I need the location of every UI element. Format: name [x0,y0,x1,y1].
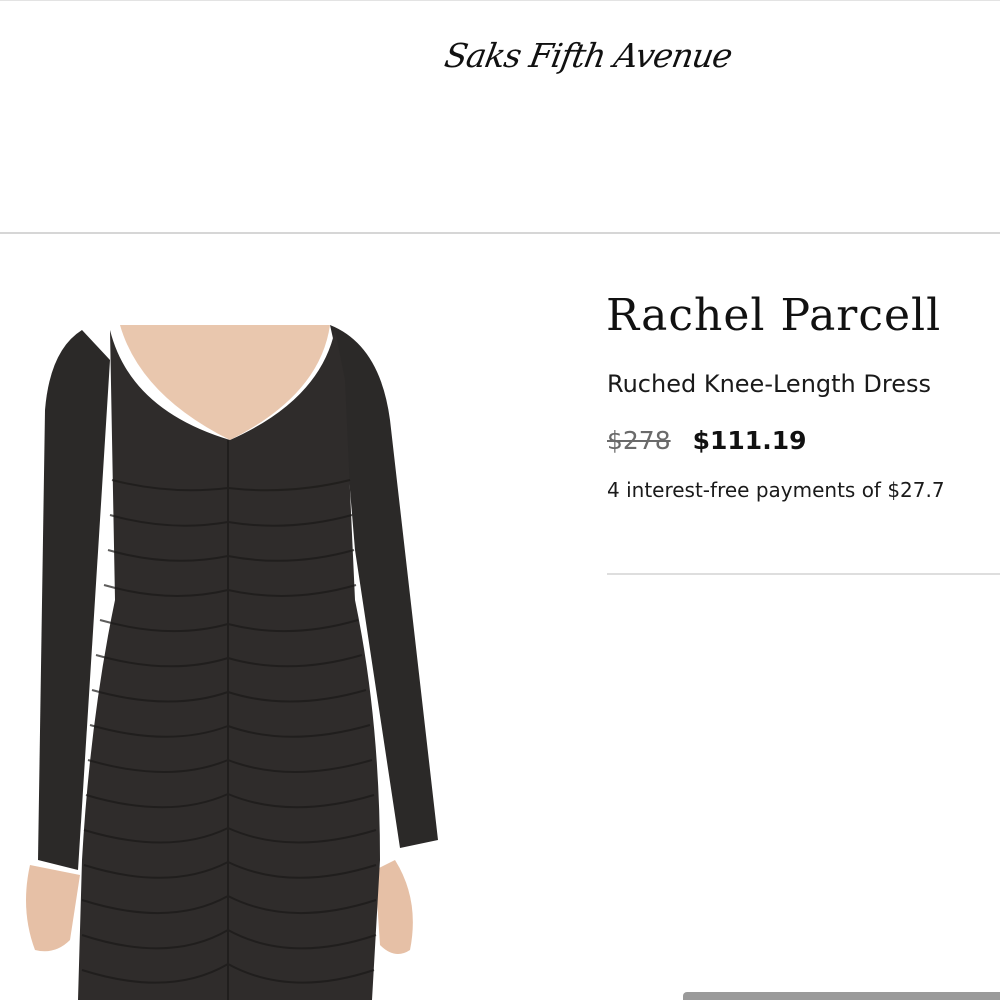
product-brand[interactable]: Rachel Parcell [606,290,941,341]
price-row: $278 $111.19 [607,426,807,455]
details-divider [607,573,1000,575]
search-bar[interactable] [0,168,1000,234]
saks-logo[interactable]: Saks Fifth Avenue [437,36,748,100]
search-input[interactable] [0,168,1000,230]
scrollbar-thumb[interactable] [683,992,1000,1000]
search-underline [0,232,1000,234]
product-name: Ruched Knee-Length Dress [607,370,931,398]
product-image[interactable] [0,300,590,1000]
sale-price: $111.19 [692,426,807,455]
installment-info[interactable]: 4 interest-free payments of $27.7 [607,478,1000,502]
original-price: $278 [607,426,671,455]
top-divider [0,0,1000,1]
